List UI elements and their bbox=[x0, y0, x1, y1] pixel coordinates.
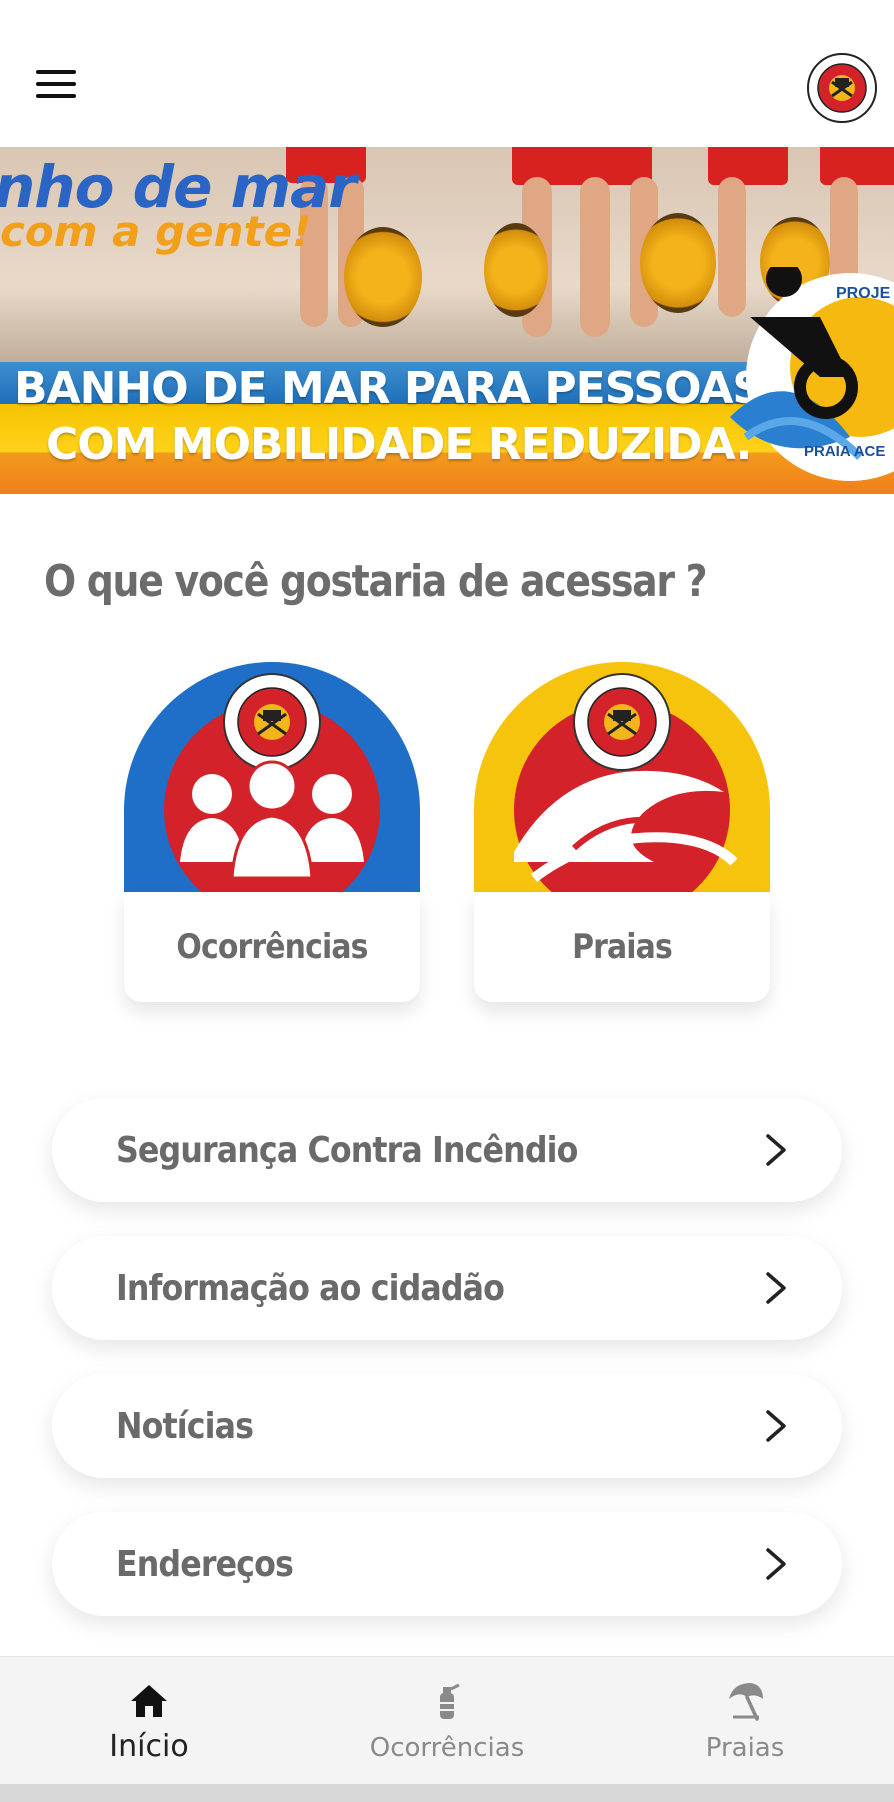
card-ocorrencias-label: Ocorrências bbox=[176, 927, 368, 967]
tab-praias[interactable]: Praias bbox=[596, 1657, 894, 1785]
banner-caption-line2: COM MOBILIDADE REDUZIDA. bbox=[46, 419, 752, 470]
chevron-right-icon bbox=[766, 1410, 786, 1442]
chevron-right-icon bbox=[766, 1134, 786, 1166]
chevron-right-icon bbox=[766, 1548, 786, 1580]
app-header bbox=[0, 0, 894, 147]
banner-subtitle: com a gente! bbox=[0, 207, 312, 256]
ocorrencias-image bbox=[124, 662, 420, 892]
list-item-label: Informação ao cidadão bbox=[116, 1267, 505, 1309]
list-item-enderecos[interactable]: Endereços bbox=[52, 1512, 842, 1616]
banner-caption-line1: BANHO DE MAR PARA PESSOAS bbox=[14, 363, 764, 414]
section-title: O que você gostaria de acessar ? bbox=[44, 556, 708, 607]
card-praias[interactable]: Praias bbox=[474, 662, 770, 1002]
promo-banner[interactable]: nho de mar com a gente! BANHO DE MAR PAR… bbox=[0, 147, 894, 494]
chevron-right-icon bbox=[766, 1272, 786, 1304]
hamburger-menu-icon[interactable] bbox=[36, 70, 84, 106]
cbmsc-logo-icon[interactable] bbox=[806, 52, 878, 124]
tab-inicio[interactable]: Início bbox=[0, 1657, 298, 1785]
list-item-label: Segurança Contra Incêndio bbox=[116, 1129, 578, 1171]
bottom-navigation: Início Ocorrências Praias bbox=[0, 1656, 894, 1784]
praias-image bbox=[474, 662, 770, 892]
home-icon bbox=[131, 1685, 167, 1717]
fire-extinguisher-icon bbox=[440, 1683, 460, 1719]
tab-praias-label: Praias bbox=[705, 1733, 785, 1763]
list-item-noticias[interactable]: Notícias bbox=[52, 1374, 842, 1478]
list-item-informacao-ao-cidadao[interactable]: Informação ao cidadão bbox=[52, 1236, 842, 1340]
home-indicator-bar bbox=[0, 1784, 894, 1802]
card-ocorrencias[interactable]: Ocorrências bbox=[124, 662, 420, 1002]
people-silhouette-icon bbox=[124, 662, 420, 892]
card-praias-label: Praias bbox=[572, 927, 673, 967]
tab-ocorrencias[interactable]: Ocorrências bbox=[298, 1657, 596, 1785]
badge-top-text: PROJE bbox=[836, 285, 891, 302]
badge-bottom-text: PRAIA ACE bbox=[804, 443, 886, 460]
beach-umbrella-icon bbox=[729, 1683, 763, 1721]
wave-icon bbox=[474, 662, 770, 892]
tab-ocorrencias-label: Ocorrências bbox=[369, 1733, 525, 1763]
list-item-label: Endereços bbox=[116, 1543, 294, 1585]
list-item-label: Notícias bbox=[116, 1405, 254, 1447]
list-item-seguranca-contra-incendio[interactable]: Segurança Contra Incêndio bbox=[52, 1098, 842, 1202]
tab-inicio-label: Início bbox=[109, 1729, 189, 1764]
